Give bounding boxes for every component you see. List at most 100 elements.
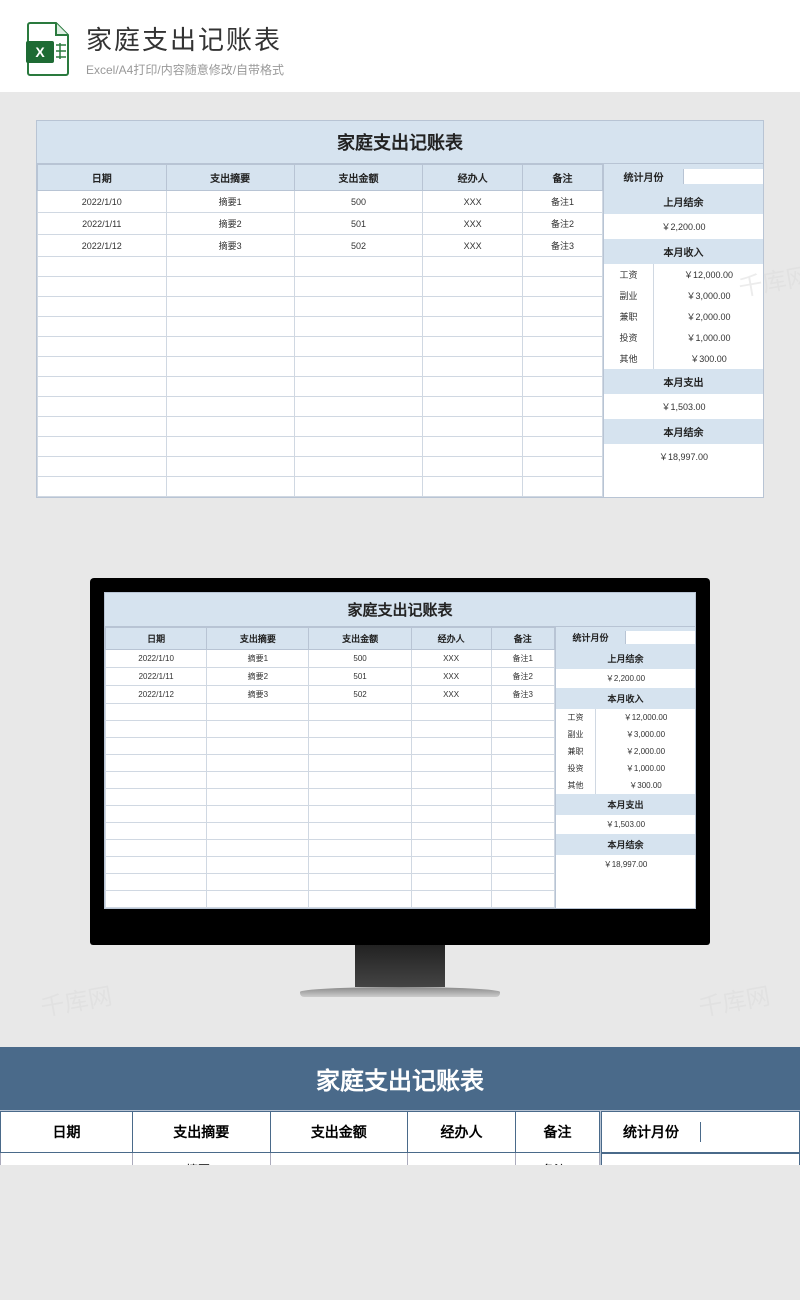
cell-date: 2022/1/12 [106, 686, 207, 704]
column-header: 备注 [523, 165, 603, 191]
income-label: 兼职 [556, 743, 596, 760]
template-preview-monitor: 家庭支出记账表 日期支出摘要支出金额经办人备注 2022/1/10摘要1500X… [0, 538, 800, 1047]
income-label: 其他 [604, 348, 654, 369]
column-header: 支出金额 [309, 628, 411, 650]
table-row: 2022/1/11摘要2501XXX备注2 [38, 213, 603, 235]
table-row-empty [106, 738, 555, 755]
balance-value: ￥18,997.00 [556, 855, 695, 874]
income-row: 兼职￥2,000.00 [556, 743, 695, 760]
column-header: 经办人 [408, 1112, 516, 1153]
ledger-table: 日期支出摘要支出金额经办人备注 2022/1/10摘要1500XXX备注1202… [105, 627, 555, 908]
table-row: 2022/1/12摘要3502XXX备注3 [106, 686, 555, 704]
table-row: 2022/1/10摘要1500XXX备注1 [38, 191, 603, 213]
cell-summary: 摘要3 [166, 235, 294, 257]
table-row: 2022/1/12摘要3502XXX备注3 [38, 235, 603, 257]
expense-header: 本月支出 [604, 369, 763, 394]
cell-summary: 摘要3 [207, 686, 309, 704]
column-header: 支出金额 [294, 165, 422, 191]
sheet-title: 家庭支出记账表 [105, 593, 695, 627]
cell-handler: XXX [408, 1153, 516, 1166]
income-header: 本月收入 [604, 239, 763, 264]
table-row-empty [38, 477, 603, 497]
sheet-title: 家庭支出记账表 [37, 121, 763, 164]
cell-summary: 摘要2 [166, 213, 294, 235]
income-value: ￥3,000.00 [654, 285, 763, 306]
cell-summary: 摘要2 [207, 668, 309, 686]
table-row: 2022/1/11摘要2501XXX备注2 [106, 668, 555, 686]
table-row-empty [38, 257, 603, 277]
cell-handler: XXX [423, 191, 523, 213]
income-label: 副业 [556, 726, 596, 743]
cell-note: 备注1 [523, 191, 603, 213]
income-value: ￥2,000.00 [596, 743, 695, 760]
page-header: X 家庭支出记账表 Excel/A4打印/内容随意修改/自带格式 [0, 0, 800, 92]
summary-sidebar: 统计月份 上月结余 ￥2,200.00 本月收入 工资￥12,000.00副业￥… [555, 627, 695, 908]
cell-handler: XXX [411, 668, 491, 686]
table-row-empty [38, 357, 603, 377]
cell-date: 2022/1/11 [106, 668, 207, 686]
cell-date: 2022/1/12 [38, 235, 167, 257]
column-header: 经办人 [423, 165, 523, 191]
table-row-empty [106, 840, 555, 857]
cell-summary: 摘要1 [133, 1153, 271, 1166]
income-row: 工资￥12,000.00 [604, 264, 763, 285]
column-header: 备注 [515, 1112, 599, 1153]
table-row: 2022/1/10摘要1500XXX备注1 [106, 650, 555, 668]
cell-summary: 摘要1 [166, 191, 294, 213]
page-title: 家庭支出记账表 [86, 20, 284, 57]
cell-amount: 501 [309, 668, 411, 686]
sheet-title: 家庭支出记账表 [0, 1047, 800, 1111]
prev-balance-label: 上月结余 [604, 189, 763, 214]
column-header: 支出摘要 [207, 628, 309, 650]
stat-month-label: 统计月份 [604, 169, 684, 184]
table-row-empty [38, 297, 603, 317]
income-label: 投资 [604, 327, 654, 348]
cell-amount: 500 [294, 191, 422, 213]
column-header: 经办人 [411, 628, 491, 650]
cell-amount: 502 [309, 686, 411, 704]
column-header: 备注 [491, 628, 554, 650]
cell-amount: 500 [270, 1153, 408, 1166]
cell-handler: XXX [423, 235, 523, 257]
table-row-empty [106, 874, 555, 891]
cell-note: 备注2 [523, 213, 603, 235]
income-value: ￥2,000.00 [654, 306, 763, 327]
income-row: 副业￥3,000.00 [604, 285, 763, 306]
table-row-empty [38, 457, 603, 477]
stat-month-value [701, 1122, 799, 1142]
column-header: 支出摘要 [166, 165, 294, 191]
prev-balance-label: 上月结余 [556, 648, 695, 669]
table-row-empty [38, 397, 603, 417]
table-row-empty [106, 823, 555, 840]
expense-value: ￥1,503.00 [604, 394, 763, 419]
cell-date: 2022/1/10 [1, 1153, 133, 1166]
balance-value: ￥18,997.00 [604, 444, 763, 469]
income-label: 兼职 [604, 306, 654, 327]
income-header: 本月收入 [556, 688, 695, 709]
cell-note: 备注1 [515, 1153, 599, 1166]
template-preview-crop: 家庭支出记账表 日期支出摘要支出金额经办人备注 2022/1/10摘要1500X… [0, 1047, 800, 1165]
cell-amount: 501 [294, 213, 422, 235]
income-value: ￥1,000.00 [596, 760, 695, 777]
table-row-empty [38, 417, 603, 437]
prev-balance-label: 上月结余 [601, 1153, 800, 1165]
cell-date: 2022/1/11 [38, 213, 167, 235]
cell-note: 备注3 [523, 235, 603, 257]
expense-value: ￥1,503.00 [556, 815, 695, 834]
stat-month-value [684, 169, 763, 184]
stat-month-value [626, 631, 695, 644]
excel-file-icon: X [24, 21, 72, 77]
ledger-table: 日期支出摘要支出金额经办人备注 2022/1/10摘要1500XXX备注1202… [37, 164, 603, 497]
cell-summary: 摘要1 [207, 650, 309, 668]
table-row-empty [106, 755, 555, 772]
summary-sidebar: 统计月份 上月结余 ￥2,200.00 本月收入 工资￥12,000.00副业￥… [603, 164, 763, 497]
income-row: 工资￥12,000.00 [556, 709, 695, 726]
cell-note: 备注2 [491, 668, 554, 686]
income-label: 投资 [556, 760, 596, 777]
table-row-empty [106, 721, 555, 738]
income-row: 副业￥3,000.00 [556, 726, 695, 743]
income-row: 投资￥1,000.00 [604, 327, 763, 348]
table-row-empty [38, 317, 603, 337]
ledger-table: 日期支出摘要支出金额经办人备注 2022/1/10摘要1500XXX备注1202… [0, 1111, 600, 1165]
balance-header: 本月结余 [556, 834, 695, 855]
